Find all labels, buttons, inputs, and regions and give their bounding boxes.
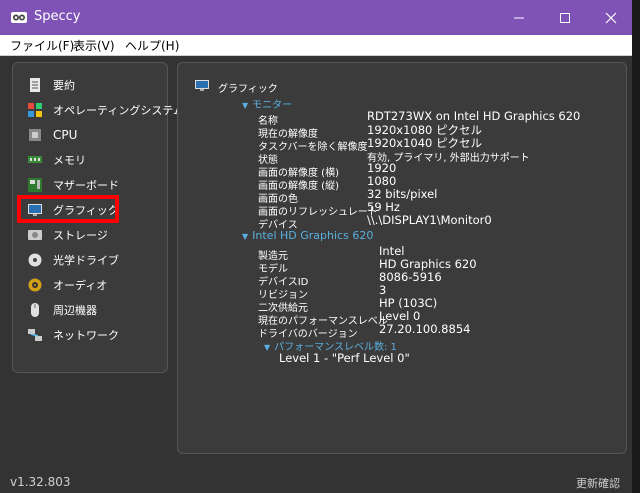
maximize-icon	[560, 12, 570, 23]
prop-value: 3	[379, 283, 387, 297]
sidebar-item-optical[interactable]: 光学ドライブ	[27, 250, 163, 270]
hdd-icon	[28, 230, 42, 240]
collapse-arrow-icon: ▼	[242, 101, 249, 110]
collapse-arrow-icon: ▼	[242, 232, 249, 241]
cpu-icon	[29, 129, 41, 141]
close-button[interactable]	[588, 0, 634, 35]
version-label: v1.32.803	[10, 475, 71, 489]
prop-value: RDT273WX on Intel HD Graphics 620	[367, 109, 581, 123]
sidebar-item-memory[interactable]: メモリ	[27, 150, 163, 170]
summary-icon	[30, 78, 40, 92]
prop-value: Intel	[379, 244, 405, 258]
prop-value: 32 bits/pixel	[367, 187, 438, 201]
sidebar-item-label: ストレージ	[53, 229, 108, 242]
sidebar-item-label: CPU	[53, 128, 78, 142]
gpu-heading-label: Intel HD Graphics 620	[252, 229, 374, 242]
speccy-window: Speccy ファイル(F) 表示(V) ヘルプ(H) 要約 オペレーティングシ…	[0, 0, 632, 493]
network-icon	[28, 329, 42, 341]
prop-value: HP (103C)	[379, 296, 438, 310]
maximize-button[interactable]	[542, 0, 588, 35]
sidebar-item-os[interactable]: オペレーティングシステム	[27, 100, 184, 120]
perf-level-item: Level 1 - "Perf Level 0"	[279, 351, 410, 365]
ram-icon	[28, 156, 42, 163]
sidebar-item-network[interactable]: ネットワーク	[27, 325, 163, 345]
sidebar-item-label: ネットワーク	[53, 329, 119, 342]
background-strip	[632, 0, 640, 493]
sidebar-item-motherboard[interactable]: マザーボード	[27, 175, 163, 195]
prop-value: \\.\DISPLAY1\Monitor0	[367, 213, 492, 227]
sidebar-item-peripherals[interactable]: 周辺機器	[27, 300, 163, 320]
prop-value: Level 0	[379, 309, 421, 323]
detail-panel: グラフィック ▼ モニター 名称 RDT273WX on Intel HD Gra…	[177, 62, 627, 454]
motherboard-icon	[28, 178, 42, 192]
menu-view[interactable]: 表示(V)	[73, 37, 115, 54]
prop-value: HD Graphics 620	[379, 257, 477, 271]
sidebar-item-label: 光学ドライブ	[53, 254, 119, 267]
title-bar: Speccy	[0, 0, 632, 35]
window-title: Speccy	[34, 9, 81, 24]
status-bar: v1.32.803 更新確認	[0, 470, 632, 493]
check-update-link[interactable]: 更新確認	[576, 475, 620, 491]
sidebar-item-storage[interactable]: ストレージ	[27, 225, 163, 245]
sidebar-item-cpu[interactable]: CPU	[27, 125, 163, 145]
menu-bar: ファイル(F) 表示(V) ヘルプ(H)	[0, 35, 632, 56]
monitor-heading[interactable]: ▼ モニター	[242, 96, 292, 111]
monitor-heading-label: モニター	[252, 100, 293, 111]
mouse-icon	[31, 303, 39, 317]
prop-value: 1920	[367, 161, 397, 175]
disc-icon	[28, 253, 42, 267]
close-icon	[605, 12, 617, 23]
sidebar-item-label: マザーボード	[53, 179, 119, 192]
monitor-icon	[195, 80, 209, 91]
minimize-icon	[514, 17, 524, 18]
collapse-arrow-icon: ▼	[264, 343, 271, 352]
sidebar-item-audio[interactable]: オーディオ	[27, 275, 163, 295]
section-title: グラフィック	[218, 84, 278, 95]
speccy-app-icon	[11, 12, 27, 23]
menu-file[interactable]: ファイル(F)	[10, 37, 74, 54]
prop-value: 1080	[367, 174, 397, 188]
menu-help[interactable]: ヘルプ(H)	[125, 37, 179, 54]
windows-icon	[28, 103, 42, 117]
gpu-heading[interactable]: ▼ Intel HD Graphics 620	[242, 229, 373, 242]
sidebar-item-summary[interactable]: 要約	[27, 75, 163, 95]
prop-value: 8086-5916	[379, 270, 442, 284]
sidebar-item-label: オーディオ	[53, 279, 108, 292]
sidebar-item-label: オペレーティングシステム	[53, 104, 185, 117]
sidebar-item-label: 要約	[53, 79, 75, 92]
minimize-button[interactable]	[496, 0, 542, 35]
speaker-icon	[28, 278, 42, 292]
selection-highlight	[17, 195, 119, 223]
sidebar-item-label: メモリ	[53, 154, 86, 167]
prop-value: 59 Hz	[367, 200, 400, 214]
sidebar-item-label: 周辺機器	[53, 304, 97, 317]
prop-value: 27.20.100.8854	[379, 322, 471, 336]
